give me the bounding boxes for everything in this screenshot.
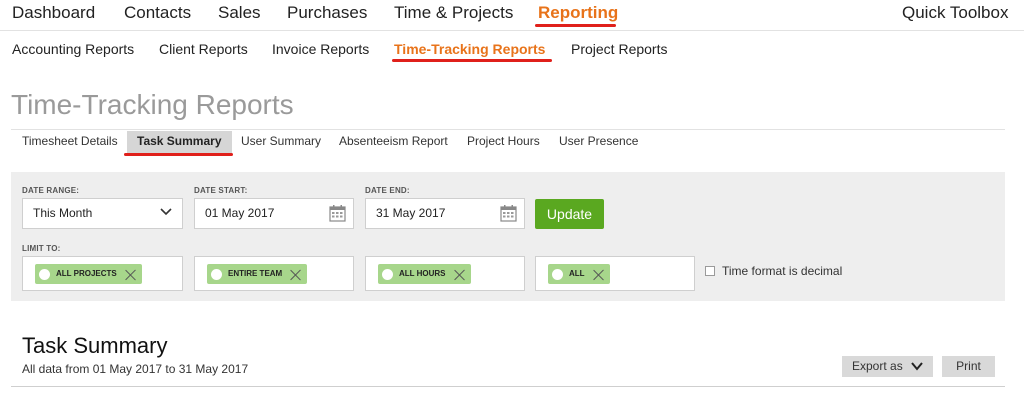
tab-timesheet-details[interactable]: Timesheet Details <box>22 131 118 153</box>
close-icon[interactable] <box>290 269 301 280</box>
subnav-client-reports[interactable]: Client Reports <box>159 40 248 58</box>
chip-dot-icon <box>211 268 222 280</box>
active-subnav-underline <box>392 59 552 62</box>
close-icon[interactable] <box>454 269 465 280</box>
nav-quick-toolbox[interactable]: Quick Toolbox <box>902 2 1008 24</box>
chip-label: ALL <box>569 269 585 278</box>
date-start-field[interactable]: 01 May 2017 <box>194 198 354 229</box>
decimal-format-label: Time format is decimal <box>722 264 843 278</box>
active-tab-underline <box>124 153 233 156</box>
nav-purchases[interactable]: Purchases <box>287 2 367 24</box>
date-start-label: DATE START: <box>194 186 248 195</box>
date-end-value: 31 May 2017 <box>376 206 446 220</box>
update-button[interactable]: Update <box>535 199 604 229</box>
print-button[interactable]: Print <box>942 356 995 377</box>
chip-dot-icon <box>552 268 563 280</box>
chip-label: ENTIRE TEAM <box>228 269 283 278</box>
tab-absenteeism-report[interactable]: Absenteeism Report <box>339 131 448 153</box>
chip-label: ALL PROJECTS <box>56 269 117 278</box>
limit-team-box[interactable]: ENTIRE TEAM <box>194 256 354 291</box>
calendar-icon[interactable] <box>500 205 517 222</box>
calendar-icon[interactable] <box>329 205 346 222</box>
tab-user-summary[interactable]: User Summary <box>241 131 321 153</box>
section-divider <box>11 386 1005 387</box>
limit-all-box[interactable]: ALL <box>535 256 695 291</box>
chip-dot-icon <box>382 268 393 280</box>
tab-project-hours[interactable]: Project Hours <box>467 131 540 153</box>
date-start-value: 01 May 2017 <box>205 206 275 220</box>
date-end-label: DATE END: <box>365 186 410 195</box>
subnav-accounting-reports[interactable]: Accounting Reports <box>12 40 134 58</box>
decimal-format-checkbox[interactable] <box>705 266 715 276</box>
close-icon[interactable] <box>593 269 604 280</box>
limit-to-label: LIMIT TO: <box>22 244 61 253</box>
date-range-select[interactable]: This Month <box>22 198 183 229</box>
chip-label: ALL HOURS <box>399 269 446 278</box>
export-as-label: Export as <box>852 359 903 373</box>
nav-sales[interactable]: Sales <box>218 2 261 24</box>
section-subtitle: All data from 01 May 2017 to 31 May 2017 <box>22 362 249 376</box>
chip-all-projects: ALL PROJECTS <box>35 264 142 284</box>
subnav-project-reports[interactable]: Project Reports <box>571 40 667 58</box>
tab-task-summary[interactable]: Task Summary <box>127 131 232 153</box>
chevron-down-icon <box>911 362 923 371</box>
chip-all-hours: ALL HOURS <box>378 264 471 284</box>
subnav-time-tracking-reports[interactable]: Time-Tracking Reports <box>394 40 545 58</box>
close-icon[interactable] <box>125 269 136 280</box>
nav-contacts[interactable]: Contacts <box>124 2 191 24</box>
tab-user-presence[interactable]: User Presence <box>559 131 638 153</box>
nav-time-projects[interactable]: Time & Projects <box>394 2 513 24</box>
nav-reporting[interactable]: Reporting <box>538 2 618 24</box>
nav-dashboard[interactable]: Dashboard <box>12 2 95 24</box>
title-divider <box>11 129 1005 130</box>
export-as-button[interactable]: Export as <box>842 356 933 377</box>
active-nav-underline <box>535 24 616 27</box>
chip-all: ALL <box>548 264 610 284</box>
limit-hours-box[interactable]: ALL HOURS <box>365 256 525 291</box>
subnav-invoice-reports[interactable]: Invoice Reports <box>272 40 369 58</box>
chip-entire-team: ENTIRE TEAM <box>207 264 308 284</box>
date-range-label: DATE RANGE: <box>22 186 80 195</box>
date-end-field[interactable]: 31 May 2017 <box>365 198 525 229</box>
date-range-value: This Month <box>33 206 93 220</box>
top-nav: Dashboard Contacts Sales Purchases Time … <box>0 0 1024 31</box>
limit-projects-box[interactable]: ALL PROJECTS <box>22 256 183 291</box>
section-title: Task Summary <box>22 333 168 358</box>
page-title: Time-Tracking Reports <box>11 89 294 120</box>
chevron-down-icon <box>160 208 172 216</box>
chip-dot-icon <box>39 268 50 280</box>
